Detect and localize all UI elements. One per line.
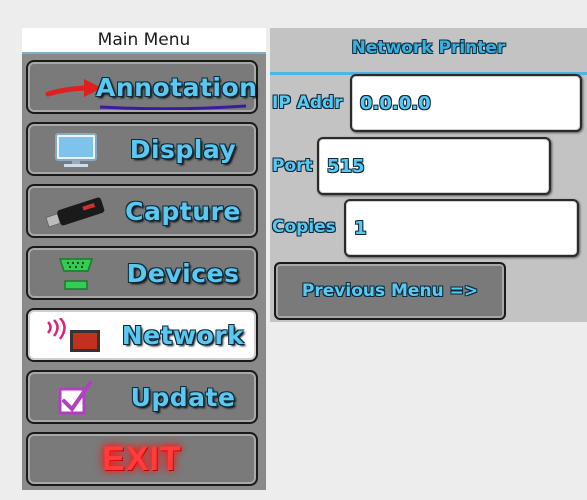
ip-address-label: IP Addr [272, 93, 343, 113]
exit-label: EXIT [102, 439, 182, 478]
devices-label: Devices [126, 258, 240, 288]
annotation-button[interactable]: Annotation [26, 60, 258, 114]
network-button[interactable]: Network [26, 308, 258, 362]
usb-stick-icon [44, 194, 108, 232]
network-printer-panel: Network Printer IP Addr 0.0.0.0 Port 515… [270, 28, 587, 322]
display-button[interactable]: Display [26, 122, 258, 176]
display-label: Display [129, 134, 237, 164]
annotation-underline-icon [99, 104, 247, 110]
capture-button[interactable]: Capture [26, 184, 258, 238]
ip-address-field[interactable]: 0.0.0.0 [350, 74, 582, 132]
checkbox-icon [44, 380, 108, 418]
serial-port-icon [44, 256, 108, 294]
panel-title: Network Printer [270, 28, 587, 75]
capture-label: Capture [125, 196, 241, 226]
copies-label: Copies [272, 217, 336, 237]
update-label: Update [130, 382, 236, 412]
exit-button[interactable]: EXIT [26, 432, 258, 486]
port-field[interactable]: 515 [317, 137, 551, 195]
port-label: Port [272, 156, 313, 176]
monitor-icon [44, 132, 108, 170]
network-label: Network [121, 320, 245, 350]
network-printer-icon [44, 318, 108, 356]
previous-menu-button[interactable]: Previous Menu => [274, 262, 506, 320]
update-button[interactable]: Update [26, 370, 258, 424]
devices-button[interactable]: Devices [26, 246, 258, 300]
main-menu-title: Main Menu [22, 28, 266, 54]
copies-field[interactable]: 1 [344, 199, 579, 257]
main-menu: Main Menu Annotation Display Capture Dev… [22, 28, 266, 490]
